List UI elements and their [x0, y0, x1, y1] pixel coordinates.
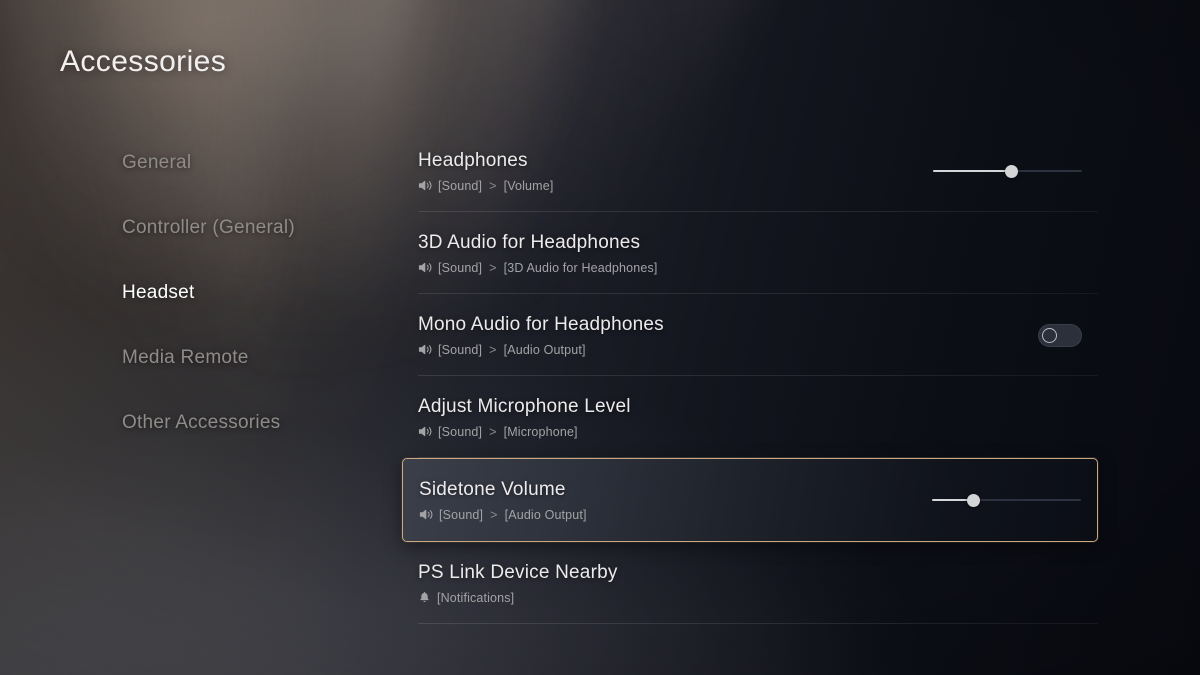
row-control	[912, 163, 1082, 179]
row-breadcrumb: [Sound] > [Audio Output]	[418, 343, 912, 357]
speaker-icon	[418, 179, 432, 192]
row-divider	[418, 623, 1098, 624]
row-breadcrumb: [Sound] > [Audio Output]	[419, 508, 911, 522]
breadcrumb-segment: [Sound]	[438, 178, 483, 193]
ps5-settings-screen: Accessories General Controller (General) H…	[0, 0, 1200, 675]
row-title: Sidetone Volume	[419, 478, 566, 500]
volume-slider[interactable]	[933, 163, 1082, 179]
breadcrumb-segment: [Notifications]	[437, 590, 515, 605]
row-breadcrumb: [Sound] > [Microphone]	[418, 425, 912, 439]
row-title: Headphones	[418, 149, 528, 171]
row-text: PS Link Device Nearby [Notifications]	[418, 562, 912, 605]
breadcrumb-segment: [Sound]	[438, 260, 483, 275]
row-text: Headphones [Sound] > [Volume]	[418, 150, 912, 193]
speaker-icon	[419, 508, 433, 521]
row-control	[911, 492, 1081, 508]
bell-icon	[418, 591, 431, 604]
breadcrumb-segment: [Sound]	[438, 342, 483, 357]
row-text: Adjust Microphone Level [Sound] > [Micropho…	[418, 396, 912, 439]
sidebar-item-headset[interactable]: Headset	[122, 260, 392, 325]
settings-row[interactable]: Sidetone Volume [Sound] > [Audio Output]	[402, 458, 1098, 542]
breadcrumb-separator: >	[489, 260, 497, 275]
breadcrumb-separator: >	[490, 507, 498, 522]
row-text: 3D Audio for Headphones [Sound] > [3D Audio…	[418, 232, 912, 275]
sidebar: General Controller (General) Headset Media …	[122, 130, 392, 455]
row-breadcrumb: [Notifications]	[418, 591, 912, 605]
row-breadcrumb: [Sound] > [Volume]	[418, 179, 912, 193]
settings-row[interactable]: Mono Audio for Headphones [Sound] > [Audio …	[402, 294, 1098, 376]
sidebar-item-other-accessories[interactable]: Other Accessories	[122, 390, 392, 455]
sidebar-item-label: Other Accessories	[122, 411, 281, 433]
settings-row[interactable]: 3D Audio for Headphones [Sound] > [3D Audio…	[402, 212, 1098, 294]
row-title: 3D Audio for Headphones	[418, 231, 641, 253]
row-breadcrumb: [Sound] > [3D Audio for Headphones]	[418, 261, 912, 275]
breadcrumb-segment: [Volume]	[503, 178, 554, 193]
settings-row[interactable]: Adjust Microphone Level [Sound] > [Micropho…	[402, 376, 1098, 458]
settings-list: Headphones [Sound] > [Volume] 3D Audio for H…	[402, 130, 1098, 624]
row-title: Mono Audio for Headphones	[418, 313, 664, 335]
breadcrumb-segment: [Sound]	[438, 424, 483, 439]
breadcrumb-segment: [Audio Output]	[503, 342, 586, 357]
toggle-switch[interactable]	[1038, 323, 1082, 347]
breadcrumb-segment: [Audio Output]	[504, 507, 587, 522]
row-text: Mono Audio for Headphones [Sound] > [Audio …	[418, 314, 912, 357]
sidebar-item-label: Controller (General)	[122, 216, 295, 238]
breadcrumb-segment: [Microphone]	[503, 424, 578, 439]
speaker-icon	[418, 261, 432, 274]
speaker-icon	[418, 425, 432, 438]
slider-fill	[933, 170, 1012, 172]
breadcrumb-separator: >	[489, 178, 497, 193]
sidebar-item-media-remote[interactable]: Media Remote	[122, 325, 392, 390]
settings-row[interactable]: Headphones [Sound] > [Volume]	[402, 130, 1098, 212]
row-title: Adjust Microphone Level	[418, 395, 631, 417]
breadcrumb-separator: >	[489, 424, 497, 439]
sidebar-item-label: Headset	[122, 281, 195, 303]
slider-knob[interactable]	[967, 494, 981, 507]
sidebar-item-label: General	[122, 151, 192, 173]
breadcrumb-segment: [3D Audio for Headphones]	[503, 260, 658, 275]
slider-knob[interactable]	[1005, 165, 1019, 178]
row-title: PS Link Device Nearby	[418, 561, 618, 583]
settings-row[interactable]: PS Link Device Nearby [Notifications]	[402, 542, 1098, 624]
row-text: Sidetone Volume [Sound] > [Audio Output]	[419, 479, 911, 522]
breadcrumb-separator: >	[489, 342, 497, 357]
toggle-knob	[1042, 327, 1057, 343]
sidebar-item-general[interactable]: General	[122, 130, 392, 195]
sidebar-item-controller-general[interactable]: Controller (General)	[122, 195, 392, 260]
breadcrumb-segment: [Sound]	[439, 507, 484, 522]
sidebar-item-label: Media Remote	[122, 346, 249, 368]
speaker-icon	[418, 343, 432, 356]
row-control	[912, 323, 1082, 347]
volume-slider[interactable]	[932, 492, 1081, 508]
page-title: Accessories	[60, 45, 227, 78]
